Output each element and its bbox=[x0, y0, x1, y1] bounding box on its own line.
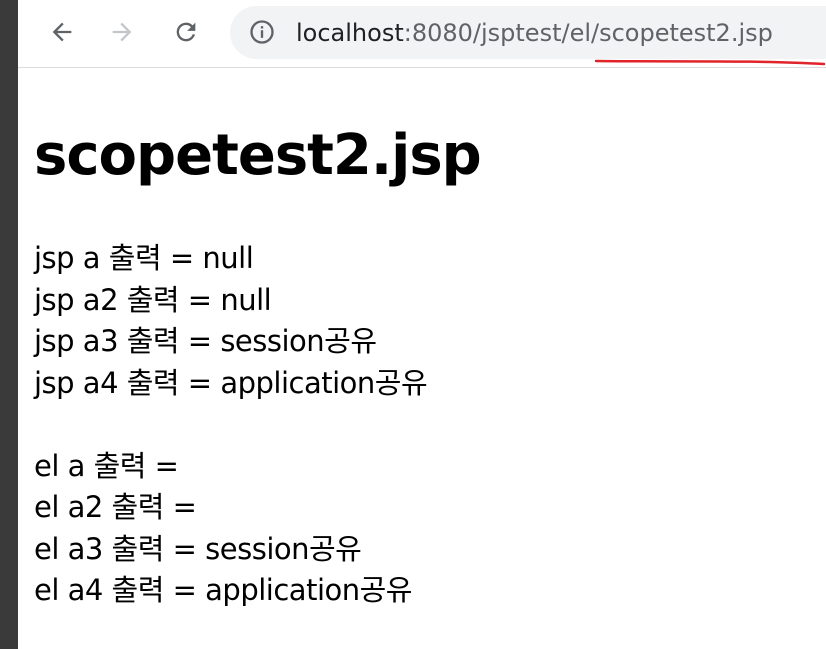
jsp-line-a2: jsp a2 출력 = null bbox=[34, 282, 272, 317]
arrow-right-icon bbox=[112, 22, 132, 42]
browser-toolbar: localhost:8080/jsptest/el/scopetest2.jsp bbox=[18, 0, 826, 68]
output-lines: jsp a 출력 = null jsp a2 출력 = null jsp a3 … bbox=[34, 238, 816, 612]
arrow-left-icon bbox=[52, 22, 72, 42]
jsp-line-a4: jsp a4 출력 = application공유 bbox=[34, 365, 428, 400]
reload-icon bbox=[176, 22, 196, 42]
red-underline-annotation bbox=[594, 59, 826, 66]
url-host: localhost bbox=[296, 19, 404, 47]
el-line-a: el a 출력 = bbox=[34, 448, 179, 483]
el-line-a2: el a2 출력 = bbox=[34, 490, 197, 524]
info-icon[interactable] bbox=[248, 18, 276, 46]
url-path: :8080/jsptest/el/scopetest2.jsp bbox=[403, 19, 773, 47]
el-line-a3: el a3 출력 = session공유 bbox=[34, 531, 362, 566]
jsp-line-a: jsp a 출력 = null bbox=[34, 241, 254, 275]
page-content: scopetest2.jsp jsp a 출력 = null jsp a2 출력… bbox=[34, 120, 816, 612]
line-break bbox=[34, 404, 816, 446]
page-title: scopetest2.jsp bbox=[34, 123, 482, 188]
jsp-line-a3: jsp a3 출력 = session공유 bbox=[34, 324, 377, 358]
forward-button[interactable] bbox=[102, 12, 142, 52]
window-edge bbox=[0, 0, 18, 649]
url-text[interactable]: localhost:8080/jsptest/el/scopetest2.jsp bbox=[296, 18, 773, 48]
address-bar[interactable]: localhost:8080/jsptest/el/scopetest2.jsp bbox=[230, 6, 826, 59]
back-button[interactable] bbox=[42, 12, 82, 52]
reload-button[interactable] bbox=[166, 12, 206, 52]
el-line-a4: el a4 출력 = application공유 bbox=[34, 573, 412, 607]
